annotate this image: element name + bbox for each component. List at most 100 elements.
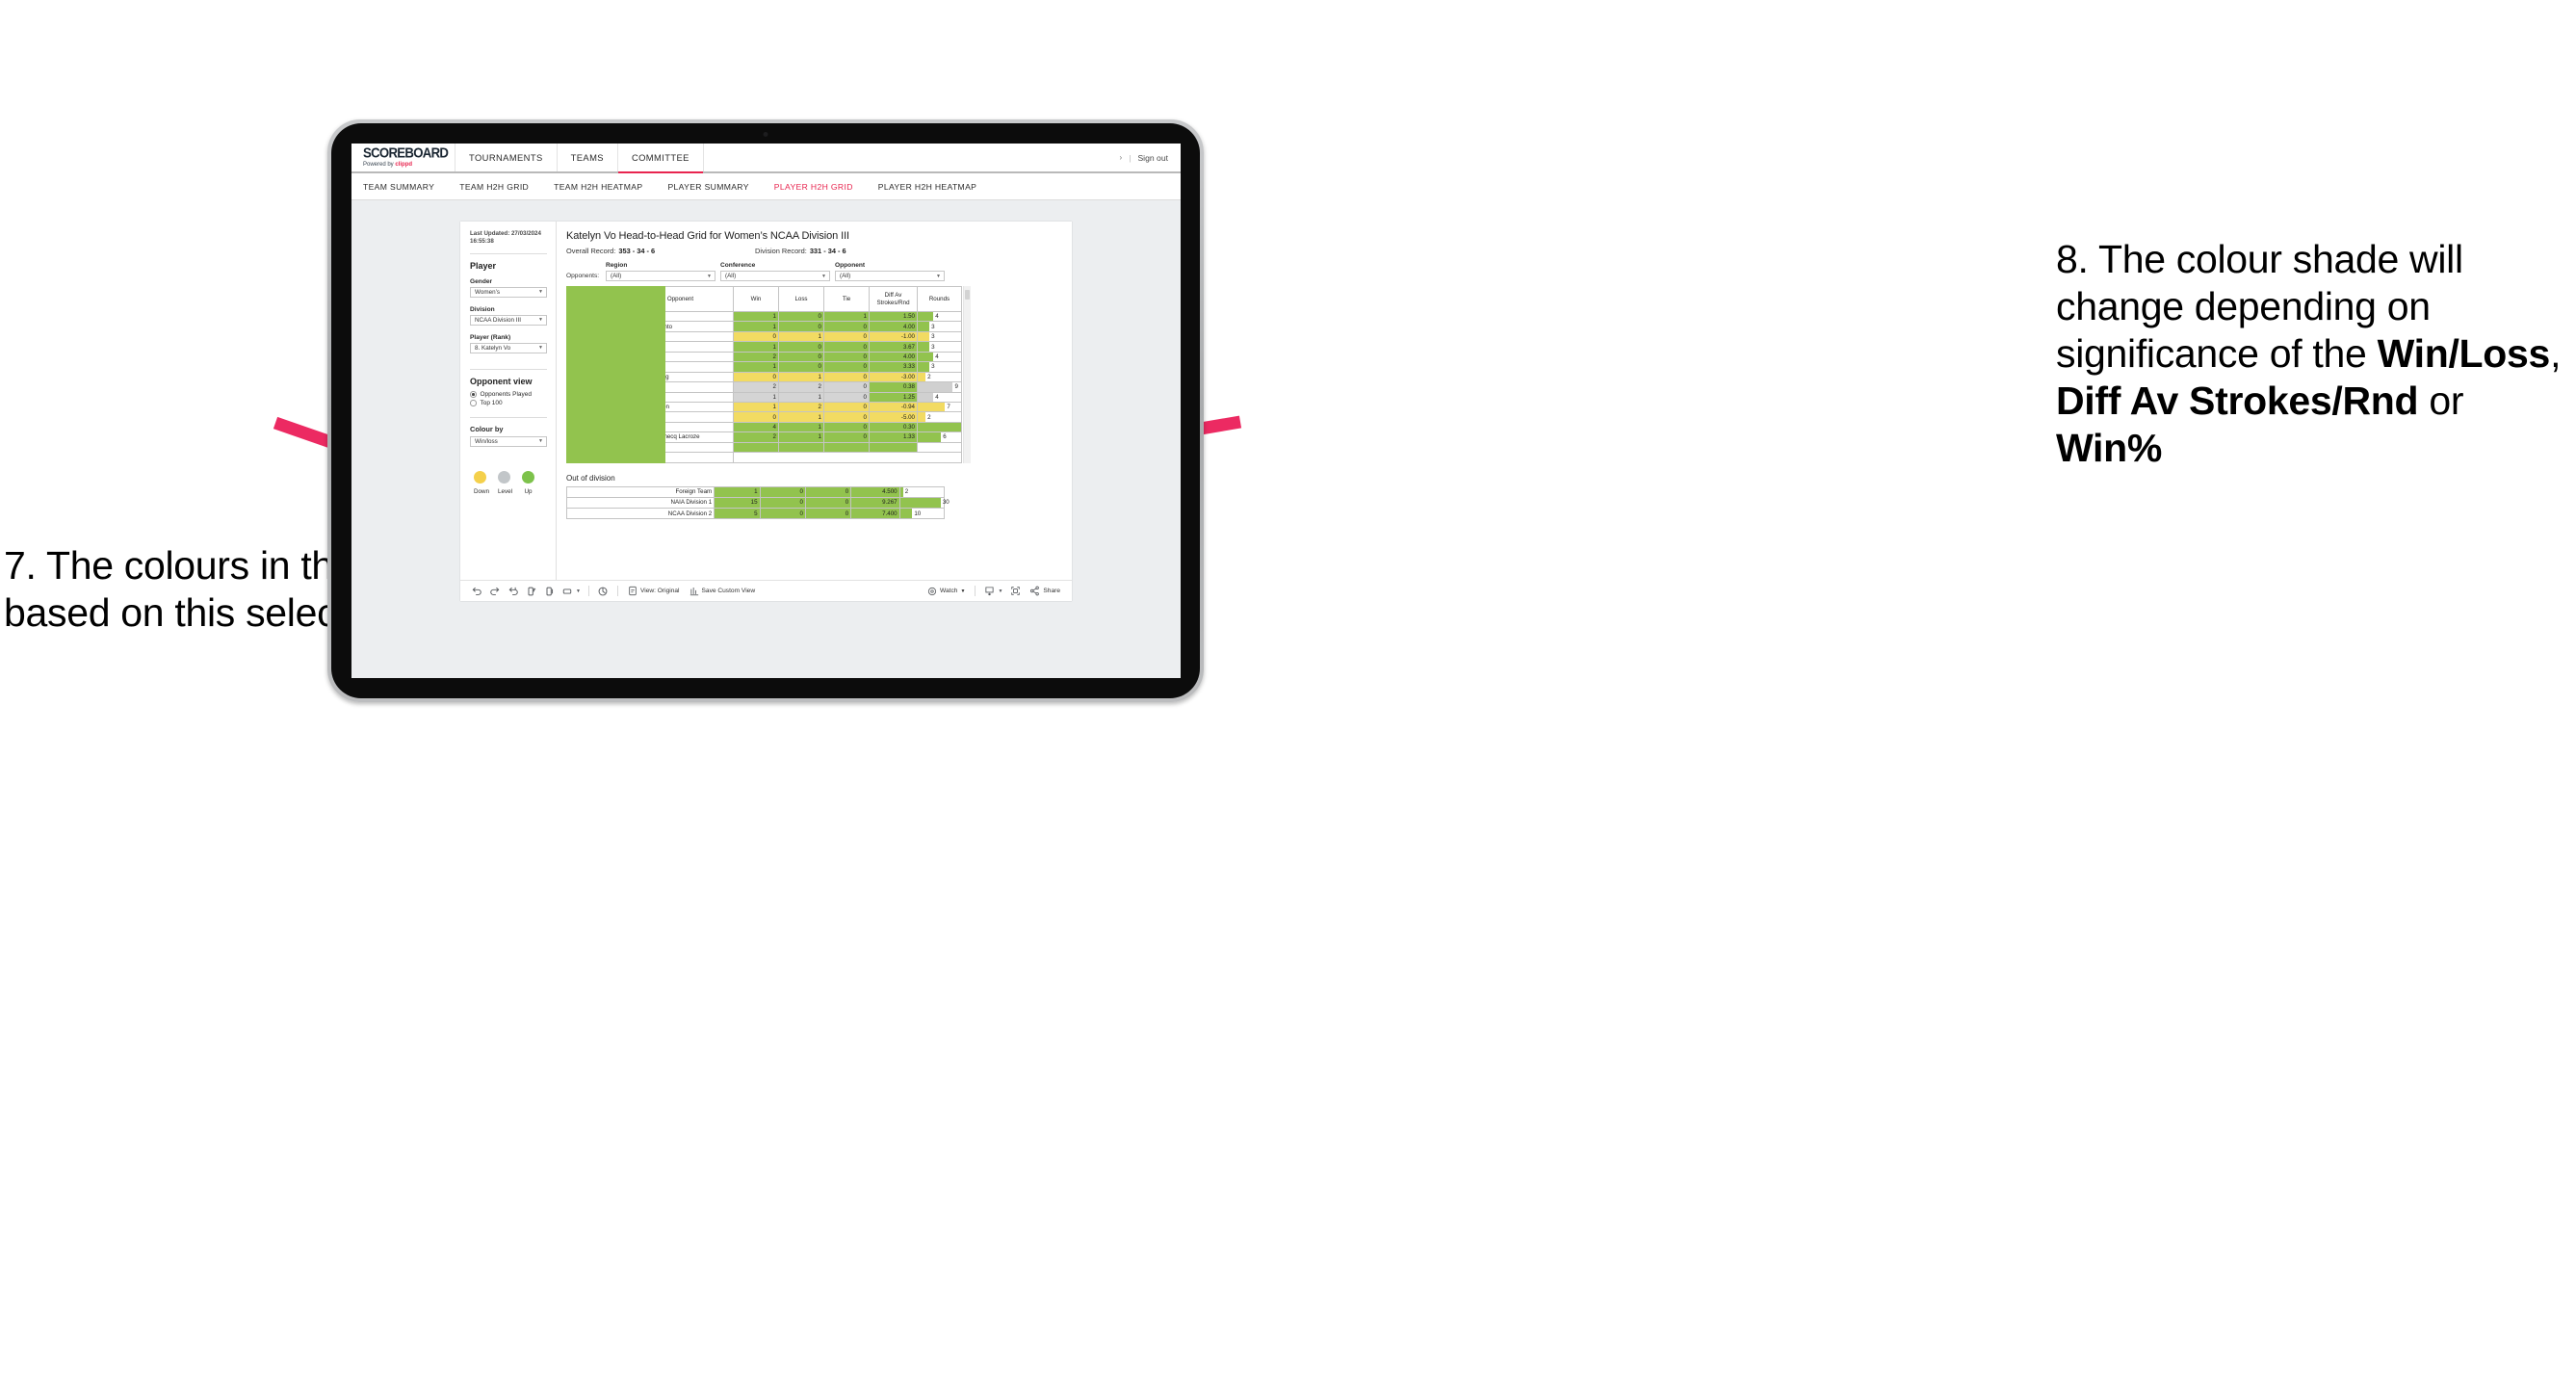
gender-select[interactable]: Women’s ▼ xyxy=(470,286,547,298)
colour-by-label: Colour by xyxy=(470,424,504,433)
fit-selector[interactable]: ▼ xyxy=(559,587,584,596)
colour-by-select[interactable]: Win/loss ▼ xyxy=(470,435,547,447)
radio-opponents-played[interactable]: Opponents Played xyxy=(470,391,547,398)
cell-diff: -0.94 xyxy=(869,402,918,413)
cell-tie: 0 xyxy=(823,352,870,363)
rounds-value: 3 xyxy=(931,323,935,330)
cell-win: 2 xyxy=(733,352,779,363)
cell-rounds-bar: 3 xyxy=(917,321,962,332)
chevron-down-icon: ▼ xyxy=(821,273,826,279)
rounds-value: 4 xyxy=(935,353,939,360)
grid-col-header: Diff Av Strokes/Rnd xyxy=(869,286,918,312)
region-filter: Region (All) ▼ xyxy=(606,262,716,281)
nav-teams[interactable]: TEAMS xyxy=(558,144,618,171)
logo-tagline-brand: clippd xyxy=(395,161,413,168)
cell-diff: -5.00 xyxy=(869,411,918,423)
nav-committee[interactable]: COMMITTEE xyxy=(617,144,704,173)
cell-tie: 0 xyxy=(823,381,870,393)
subnav-team-h2h-grid[interactable]: TEAM H2H GRID xyxy=(459,182,529,192)
subnav-team-summary[interactable]: TEAM SUMMARY xyxy=(363,182,434,192)
watch-label: Watch xyxy=(940,588,958,594)
records-row: Overall Record: 353 - 34 - 6 Division Re… xyxy=(566,247,1063,255)
region-value: (All) xyxy=(611,273,622,279)
cell-win: 2 xyxy=(733,381,779,393)
cell-rounds-bar: 2 xyxy=(917,372,962,383)
radio-top-100[interactable]: Top 100 xyxy=(470,400,547,406)
nav-divider: | xyxy=(1129,152,1132,163)
out-of-division-row[interactable]: NCAA Division 2 5 0 0 7.400 10 xyxy=(565,507,946,520)
cell-group-name: Foreign Team xyxy=(565,485,716,498)
cell-tie: 0 xyxy=(823,331,870,343)
legend-labels: Down Level Up xyxy=(470,488,547,495)
cell-diff: 7.400 xyxy=(850,507,900,520)
subnav-player-h2h-heatmap[interactable]: PLAYER H2H HEATMAP xyxy=(878,182,976,192)
scrollbar-thumb[interactable] xyxy=(965,290,970,300)
colour-legend: Down Level Up xyxy=(470,470,547,495)
cell-rounds-bar: 7 xyxy=(917,402,962,413)
show-me-icon[interactable] xyxy=(594,581,612,602)
filters-sidebar: Last Updated: 27/03/2024 16:55:38 Player… xyxy=(460,222,557,580)
cell-diff: 3.33 xyxy=(869,361,918,373)
annotation-8-segment: or xyxy=(2418,379,2464,423)
cell-diff: 4.500 xyxy=(850,485,900,498)
cell-rounds-bar: 4 xyxy=(917,392,962,403)
chevron-down-icon: ▼ xyxy=(538,289,543,296)
cell-tie: 0 xyxy=(823,411,870,423)
rounds-value: 3 xyxy=(931,363,935,371)
grid-vertical-scrollbar[interactable] xyxy=(963,286,971,463)
out-of-division-row[interactable]: Foreign Team 1 0 0 4.500 2 xyxy=(565,485,946,498)
colour-by-field: Colour by Win/loss ▼ xyxy=(470,425,547,447)
player-rank-select[interactable]: 8. Katelyn Vo ▼ xyxy=(470,342,547,353)
share-button[interactable]: Share xyxy=(1025,586,1065,596)
rounds-value: 2 xyxy=(927,413,931,421)
division-record-label: Division Record: xyxy=(755,247,807,255)
rounds-bar xyxy=(918,362,930,372)
rounds-value: 4 xyxy=(935,313,939,321)
cell-rounds-bar: 11 xyxy=(917,422,969,433)
rounds-value: 10 xyxy=(914,510,922,517)
cell-tie: 0 xyxy=(823,392,870,403)
opponent-select[interactable]: (All) ▼ xyxy=(835,271,945,281)
out-of-division-title: Out of division xyxy=(566,473,615,483)
watch-button[interactable]: Watch ▼ xyxy=(923,587,970,596)
viz-title: Katelyn Vo Head-to-Head Grid for Women’s… xyxy=(566,230,849,242)
cell-tie: 0 xyxy=(804,507,852,520)
download-button[interactable]: ▼ xyxy=(980,586,1006,596)
toolbar-divider-2 xyxy=(616,586,618,596)
out-of-division-row[interactable]: NAIA Division 1 15 0 0 9.267 30 xyxy=(565,496,950,509)
rounds-value: 4 xyxy=(935,393,939,401)
subnav-player-h2h-grid[interactable]: PLAYER H2H GRID xyxy=(774,182,853,192)
legend-label-up: Up xyxy=(524,487,533,495)
cell-diff: 4.00 xyxy=(869,352,918,363)
full-screen-icon[interactable] xyxy=(1006,581,1025,602)
tablet-bezel: SCOREBOARD Powered by clippd TOURNAMENTS… xyxy=(331,123,1200,698)
rounds-value: 6 xyxy=(943,433,947,441)
revert-icon[interactable] xyxy=(504,581,522,602)
cell-loss: 1 xyxy=(778,372,824,383)
cell-loss: 1 xyxy=(778,392,824,403)
subnav-player-summary[interactable]: PLAYER SUMMARY xyxy=(667,182,748,192)
caret-down-icon: ▼ xyxy=(960,588,966,594)
cell-diff: 3.67 xyxy=(869,341,918,353)
division-value: NCAA Division III xyxy=(475,316,521,324)
division-select[interactable]: NCAA Division III ▼ xyxy=(470,314,547,326)
h2h-grid-table: #Div#Reg#ConfOpponentWinLossTieDiff AvSt… xyxy=(566,286,969,463)
redo-icon[interactable] xyxy=(485,581,504,602)
chevron-down-icon: ▼ xyxy=(707,273,712,279)
cell-tie: 0 xyxy=(823,402,870,413)
refresh-data-icon[interactable] xyxy=(522,581,540,602)
scoreboard-logo[interactable]: SCOREBOARD Powered by clippd xyxy=(351,144,455,171)
save-custom-view-button[interactable]: Save Custom View xyxy=(685,586,761,596)
region-select[interactable]: (All) ▼ xyxy=(606,271,716,281)
view-original-button[interactable]: View: Original xyxy=(623,586,685,596)
subnav-team-h2h-heatmap[interactable]: TEAM H2H HEATMAP xyxy=(554,182,642,192)
undo-icon[interactable] xyxy=(467,581,485,602)
cell-rounds-bar: 2 xyxy=(917,411,962,423)
chevron-right-icon[interactable]: › xyxy=(1120,153,1123,162)
sign-out-link[interactable]: Sign out xyxy=(1137,153,1168,163)
pause-auto-updates-icon[interactable] xyxy=(540,581,559,602)
cell-win: 1 xyxy=(714,485,761,498)
conference-select[interactable]: (All) ▼ xyxy=(720,271,830,281)
overall-record-label: Overall Record: xyxy=(566,247,616,255)
nav-tournaments[interactable]: TOURNAMENTS xyxy=(455,144,558,171)
